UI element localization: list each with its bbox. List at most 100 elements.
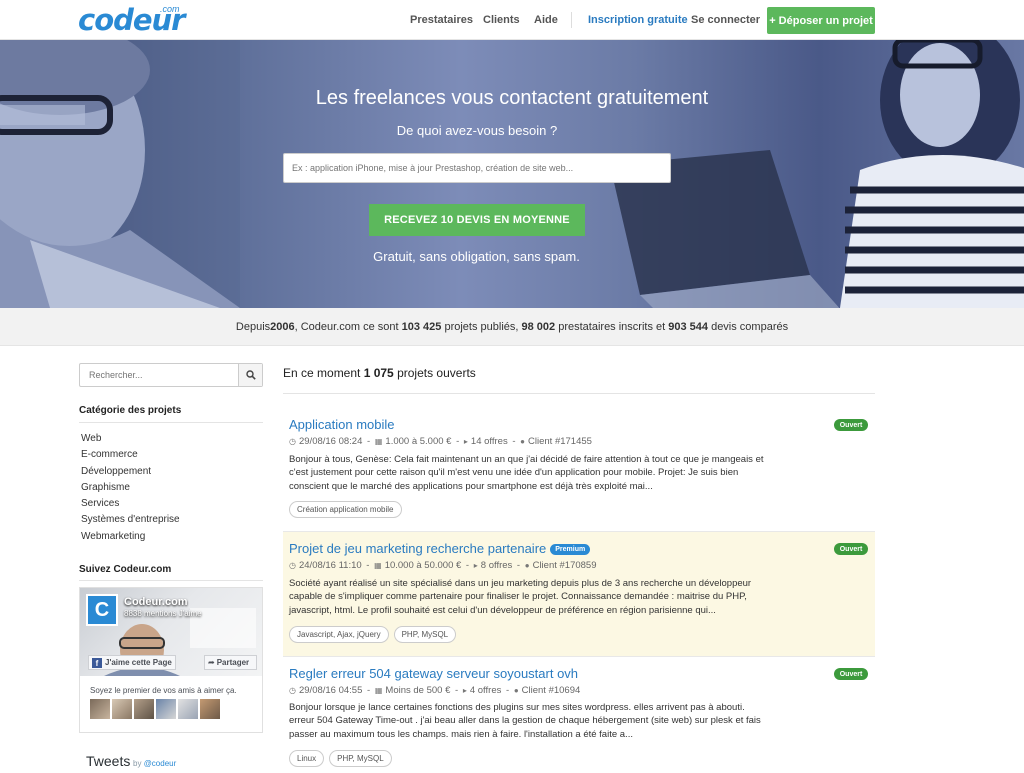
search-icon xyxy=(245,370,256,380)
nav-aide-link[interactable]: Aide xyxy=(534,14,558,26)
nav-clients-link[interactable]: Clients xyxy=(483,14,520,26)
project-client: Client #171455 xyxy=(528,436,592,447)
fb-friend-faces xyxy=(90,699,220,719)
codeur-fb-logo: C xyxy=(86,594,118,626)
fb-share-button[interactable]: ➦ Partager xyxy=(204,655,257,670)
status-badge: Ouvert xyxy=(834,668,868,680)
project-offers: 8 offres xyxy=(480,560,513,571)
search-button[interactable] xyxy=(238,364,262,386)
project-budget: Moins de 500 € xyxy=(385,685,451,696)
nav-inscription[interactable]: Inscription gratuite xyxy=(588,0,688,40)
fb-like-button[interactable]: f J'aime cette Page xyxy=(88,655,176,670)
nav-prestataires[interactable]: Prestataires xyxy=(410,0,473,40)
category-item-ecommerce[interactable]: E-commerce xyxy=(81,447,180,463)
project-card: Application mobile Ouvert ◷ 29/08/16 08:2… xyxy=(283,408,875,532)
stats-projects: 103 425 xyxy=(401,320,442,333)
friend-avatar[interactable] xyxy=(156,699,176,719)
heading-text: projets ouverts xyxy=(393,366,476,380)
project-description: Société ayant réalisé un site spécialisé… xyxy=(289,578,752,616)
project-offers: 14 offres xyxy=(470,436,508,447)
project-budget: 10.000 à 50.000 € xyxy=(384,560,462,571)
separator: - xyxy=(514,560,523,571)
nav-login[interactable]: Se connecter xyxy=(691,0,760,40)
sidebar-search-input[interactable] xyxy=(80,364,238,386)
categories-title: Catégorie des projets xyxy=(79,405,182,416)
category-item-graphisme[interactable]: Graphisme xyxy=(81,480,180,496)
friend-avatar[interactable] xyxy=(90,699,110,719)
nav-aide[interactable]: Aide xyxy=(534,0,558,40)
project-title: Projet de jeu marketing recherche parten… xyxy=(289,541,591,556)
get-quotes-button[interactable]: RECEVEZ 10 DEVIS EN MOYENNE xyxy=(369,204,585,236)
nav-inscription-link[interactable]: Inscription gratuite xyxy=(588,14,688,26)
user-icon: ● xyxy=(520,437,526,446)
twitter-handle-link[interactable]: @codeur xyxy=(144,759,177,768)
tweets-by: by @codeur xyxy=(133,759,176,768)
project-card: Regler erreur 504 gateway serveur soyous… xyxy=(283,657,875,773)
separator: - xyxy=(503,685,512,696)
status-badge: Ouvert xyxy=(834,419,868,431)
friend-avatar[interactable] xyxy=(134,699,154,719)
fb-friends-text: Soyez le premier de vos amis à aimer ça. xyxy=(90,686,237,695)
tweets-title: Tweets xyxy=(86,753,131,769)
project-meta: ◷ 29/08/16 08:24 - ▦ 1.000 à 5.000 € - ▸ 14… xyxy=(289,436,592,447)
logo-suffix: .com xyxy=(160,4,180,14)
friend-avatar[interactable] xyxy=(112,699,132,719)
nav-prestataires-link[interactable]: Prestataires xyxy=(410,14,473,26)
project-offers: 4 offres xyxy=(469,685,502,696)
open-projects-heading: En ce moment 1 075 projets ouverts xyxy=(283,366,476,380)
status-badge: Ouvert xyxy=(834,543,868,555)
codeur-logo[interactable]: codeur .com xyxy=(78,3,185,37)
skill-tag[interactable]: PHP, MySQL xyxy=(329,750,392,767)
follow-title: Suivez Codeur.com xyxy=(79,564,172,575)
megaphone-icon: ▸ xyxy=(473,561,478,570)
category-item-developpement[interactable]: Développement xyxy=(81,464,180,480)
credit-card-icon: ▦ xyxy=(374,561,382,570)
project-meta: ◷ 29/08/16 04:55 - ▦ Moins de 500 € - ▸ 4 o… xyxy=(289,685,580,696)
category-item-services[interactable]: Services xyxy=(81,496,180,512)
project-title-link[interactable]: Regler erreur 504 gateway serveur soyous… xyxy=(289,666,578,681)
separator: - xyxy=(453,436,462,447)
fb-page-name[interactable]: Codeur.com xyxy=(124,596,188,608)
fb-like-label: J'aime cette Page xyxy=(105,658,172,667)
post-project-button[interactable]: + Déposer un projet xyxy=(767,7,875,34)
stats-bar: Depuis 2006, Codeur.com ce sont 103 425 … xyxy=(0,308,1024,346)
nav-divider xyxy=(571,12,572,28)
friend-avatar[interactable] xyxy=(200,699,220,719)
skill-tag[interactable]: PHP, MySQL xyxy=(393,626,457,643)
category-item-web[interactable]: Web xyxy=(81,431,180,447)
sidebar-search xyxy=(79,363,263,387)
top-navbar: codeur .com Prestataires Clients Aide In… xyxy=(0,0,1024,40)
nav-clients[interactable]: Clients xyxy=(483,0,520,40)
credit-card-icon: ▦ xyxy=(374,686,383,695)
facebook-icon: f xyxy=(92,657,102,668)
project-client: Client #170859 xyxy=(532,560,597,571)
hero-banner: Les freelances vous contactent gratuitem… xyxy=(0,40,1024,308)
credit-card-icon: ▦ xyxy=(374,437,383,446)
skill-tag[interactable]: Linux xyxy=(289,750,325,767)
friend-avatar[interactable] xyxy=(178,699,198,719)
category-item-systemes[interactable]: Systèmes d'entreprise xyxy=(81,512,180,528)
stats-text: , Codeur.com ce sont xyxy=(294,320,402,333)
separator: - xyxy=(364,685,373,696)
stats-text: prestataires inscrits et xyxy=(555,320,669,333)
project-date: 24/08/16 11:10 xyxy=(298,560,362,571)
project-title-link[interactable]: Projet de jeu marketing recherche parten… xyxy=(289,541,546,556)
project-title-link[interactable]: Application mobile xyxy=(289,417,395,432)
separator: - xyxy=(463,560,472,571)
clock-icon: ◷ xyxy=(289,437,296,446)
project-date: 29/08/16 04:55 xyxy=(298,685,363,696)
separator: - xyxy=(509,436,519,447)
project-need-input[interactable] xyxy=(283,153,671,183)
stats-quotes: 903 544 xyxy=(668,320,709,333)
skill-tag[interactable]: Javascript, Ajax, jQuery xyxy=(289,626,389,643)
fb-share-label: Partager xyxy=(216,658,250,667)
divider xyxy=(79,580,263,581)
skill-tag[interactable]: Création application mobile xyxy=(289,501,402,518)
stats-text: projets publiés, xyxy=(441,320,522,333)
separator: - xyxy=(364,436,373,447)
category-item-webmarketing[interactable]: Webmarketing xyxy=(81,529,180,545)
fb-cover-image: C Codeur.com 8838 mentions J'aime f J'ai… xyxy=(80,588,262,676)
nav-login-link[interactable]: Se connecter xyxy=(691,14,760,26)
clock-icon: ◷ xyxy=(289,561,296,570)
project-tags: Javascript, Ajax, jQuery PHP, MySQL xyxy=(289,626,457,643)
